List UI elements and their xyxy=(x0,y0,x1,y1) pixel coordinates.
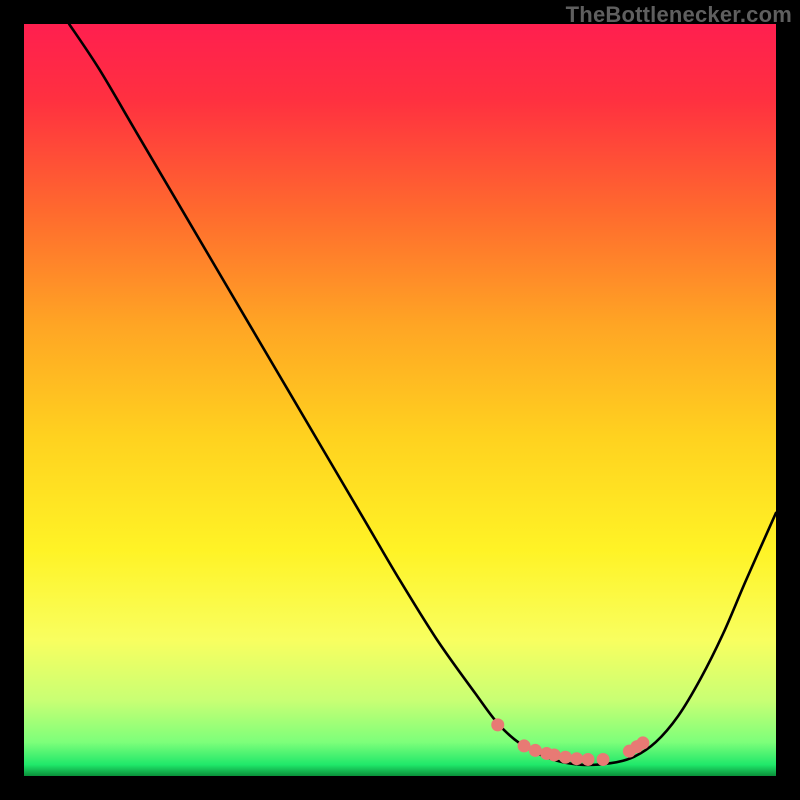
marker-dot xyxy=(518,739,531,752)
marker-dot xyxy=(636,736,649,749)
marker-dot xyxy=(529,744,542,757)
bottleneck-chart xyxy=(24,24,776,776)
marker-dot xyxy=(559,751,572,764)
marker-dot xyxy=(570,752,583,765)
chart-plot-area xyxy=(24,24,776,776)
gradient-background xyxy=(24,24,776,776)
marker-dot xyxy=(548,748,561,761)
marker-dot xyxy=(491,718,504,731)
marker-dot xyxy=(582,753,595,766)
marker-dot xyxy=(597,753,610,766)
